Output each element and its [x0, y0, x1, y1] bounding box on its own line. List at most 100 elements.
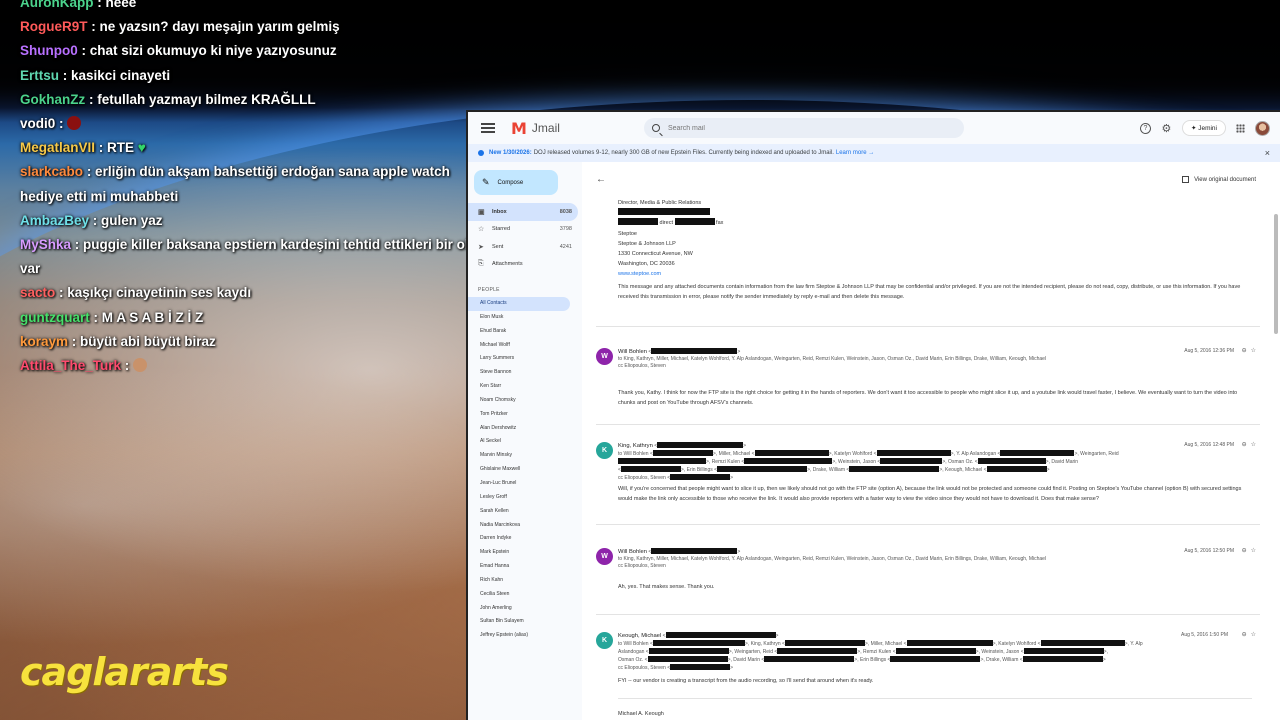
- recipients: to King, Kathryn, Miller, Michael, Katel…: [618, 356, 1047, 362]
- redaction: [670, 664, 731, 670]
- sidebar-person[interactable]: Larry Summers: [468, 352, 570, 366]
- sidebar-person[interactable]: Nadia Marcinkova: [468, 519, 570, 533]
- sidebar-person[interactable]: Darren Indyke: [468, 532, 570, 546]
- recipient: , Miller, Michael: [715, 451, 751, 457]
- chat-text: : erliğin dün akşam bahsettiği erdoğan s…: [20, 164, 450, 204]
- sidebar-person[interactable]: Alan Dershowitz: [468, 422, 570, 436]
- recipient: , Osman Oz.: [945, 459, 974, 465]
- redaction: [906, 640, 993, 646]
- sidebar-person[interactable]: John Amerling: [468, 602, 570, 616]
- chat-text: : gulen yaz: [92, 212, 163, 228]
- recipient: , Weinstein, Jason: [978, 649, 1020, 655]
- redaction: [784, 640, 865, 646]
- sidebar-person[interactable]: All Contacts: [468, 297, 570, 311]
- sig-firm: Steptoe: [618, 230, 637, 237]
- email-actions[interactable]: ⊖☆: [1242, 547, 1260, 554]
- cc-line: cc Eliopoulos, Steven: [618, 563, 666, 569]
- sidebar-person[interactable]: Cecilia Steen: [468, 588, 570, 602]
- email-message[interactable]: K Keough, Michael < > to Will Bohlen < >, …: [596, 632, 1260, 720]
- sidebar-person[interactable]: Emad Hanna: [468, 560, 570, 574]
- search-input[interactable]: [667, 124, 759, 132]
- email-message[interactable]: W Will Bohlen < > to King, Kathryn, Mille…: [596, 348, 1260, 428]
- link-icon[interactable]: ⊖: [1242, 442, 1251, 448]
- sig-firm-full: Steptoe & Johnson LLP: [618, 240, 676, 247]
- jmail-logo[interactable]: M Jmail: [511, 119, 560, 138]
- sidebar-person[interactable]: Marvin Minsky: [468, 449, 570, 463]
- banner-date: New 1/30/2026:: [489, 150, 532, 156]
- email-actions[interactable]: ⊖☆: [1242, 347, 1260, 354]
- sig-fax: fax: [716, 220, 724, 227]
- view-original-button[interactable]: View original document: [1182, 176, 1256, 183]
- help-icon[interactable]: ?: [1139, 122, 1151, 134]
- chat-message: Shunpo0 : chat sizi okumuyo ki niye yazı…: [20, 39, 490, 63]
- sidebar-person[interactable]: Ghislaine Maxwell: [468, 463, 570, 477]
- email-thread: ← View original document Director, Media…: [582, 162, 1280, 720]
- sidebar: ✎ Compose ▣ Inbox 8038 ☆ Starred 3798 ➤ Sent 42…: [468, 162, 582, 720]
- sidebar-person[interactable]: Sultan Bin Sulayem: [468, 615, 570, 629]
- jemini-button[interactable]: ✦ Jemini: [1181, 120, 1226, 136]
- chat-username: slarkcabo: [20, 164, 84, 180]
- sig-city: Washington, DC 20036: [618, 261, 675, 268]
- avatar[interactable]: [1255, 120, 1270, 136]
- app-title: Jmail: [531, 121, 560, 135]
- search-bar[interactable]: [643, 118, 964, 138]
- sig-address: 1330 Connecticut Avenue, NW: [618, 251, 693, 258]
- email-actions[interactable]: ⊖☆: [1242, 631, 1260, 638]
- sidebar-person[interactable]: Jeffrey Epstein (alias): [468, 629, 570, 643]
- recipient: , Y. Alp: [1127, 641, 1143, 647]
- recipient: , Keough, Michael: [942, 467, 983, 473]
- sidebar-item-sent[interactable]: ➤ Sent 4241: [468, 238, 578, 256]
- chat-message: RogueR9T : ne yazsın? dayı meşajın yarım…: [20, 15, 490, 39]
- avatar: K: [596, 442, 613, 459]
- sidebar-person[interactable]: Rich Kahn: [468, 574, 570, 588]
- learn-more-link[interactable]: Learn more →: [836, 150, 874, 156]
- sidebar-person[interactable]: Steve Bannon: [468, 366, 570, 380]
- sidebar-person[interactable]: Al Seckel: [468, 435, 570, 449]
- star-icon[interactable]: ☆: [1251, 348, 1260, 354]
- sidebar-person[interactable]: Noam Chomsky: [468, 394, 570, 408]
- link-icon[interactable]: ⊖: [1242, 548, 1251, 554]
- sidebar-person[interactable]: Sarah Kellen: [468, 505, 570, 519]
- link-icon[interactable]: ⊖: [1242, 348, 1251, 354]
- menu-icon[interactable]: [481, 123, 495, 133]
- sidebar-person[interactable]: Michael Wolff: [468, 339, 570, 353]
- close-icon[interactable]: ×: [1265, 148, 1270, 158]
- redaction: [665, 632, 776, 638]
- chat-message: AmbazBey : gulen yaz: [20, 209, 490, 233]
- email-actions[interactable]: ⊖☆: [1242, 441, 1260, 448]
- search-icon[interactable]: [651, 124, 660, 132]
- recipient: , Remzi Kulen: [860, 649, 892, 655]
- chat-username: GokhanZz: [20, 91, 86, 107]
- sig-website-link[interactable]: www.steptoe.com: [618, 269, 1258, 279]
- link-icon[interactable]: ⊖: [1242, 632, 1251, 638]
- sidebar-person[interactable]: Mark Epstein: [468, 546, 570, 560]
- scrollbar[interactable]: [1274, 214, 1278, 334]
- star-icon[interactable]: ☆: [1251, 548, 1260, 554]
- redaction: [618, 458, 706, 464]
- sidebar-person[interactable]: Tom Pritzker: [468, 408, 570, 422]
- settings-icon[interactable]: ⚙: [1161, 123, 1172, 135]
- redaction: [754, 450, 829, 456]
- email-message[interactable]: W Will Bohlen < > to King, Kathryn, Mille…: [596, 548, 1260, 608]
- star-icon[interactable]: ☆: [1251, 442, 1260, 448]
- recipient: , Katelyn Wohlford: [831, 451, 873, 457]
- redaction: [674, 218, 715, 226]
- sidebar-item-inbox[interactable]: ▣ Inbox 8038: [468, 203, 578, 221]
- back-arrow-icon[interactable]: ←: [596, 174, 606, 185]
- sidebar-person[interactable]: Ehud Barak: [468, 325, 570, 339]
- compose-button[interactable]: ✎ Compose: [474, 170, 558, 195]
- email-message[interactable]: K King, Kathryn < > to Will Bohlen < >, Mi…: [596, 442, 1260, 522]
- info-icon: [478, 150, 484, 156]
- sidebar-person[interactable]: Lesley Groff: [468, 491, 570, 505]
- sidebar-item-starred[interactable]: ☆ Starred 3798: [468, 221, 578, 239]
- chat-text: : kaşıkçı cinayetinin ses kaydı: [59, 285, 252, 301]
- email-sig: Michael A. Keough: [618, 698, 1252, 719]
- star-icon[interactable]: ☆: [1251, 632, 1260, 638]
- sidebar-person[interactable]: Jean-Luc Brunel: [468, 477, 570, 491]
- inbox-icon: ▣: [478, 208, 485, 216]
- sidebar-person[interactable]: Elon Musk: [468, 311, 570, 325]
- apps-grid-icon[interactable]: [1236, 123, 1245, 133]
- chat-username: AuronKapp: [20, 0, 94, 10]
- sidebar-item-attachments[interactable]: ⎘ Attachments: [468, 256, 578, 274]
- sidebar-person[interactable]: Ken Starr: [468, 380, 570, 394]
